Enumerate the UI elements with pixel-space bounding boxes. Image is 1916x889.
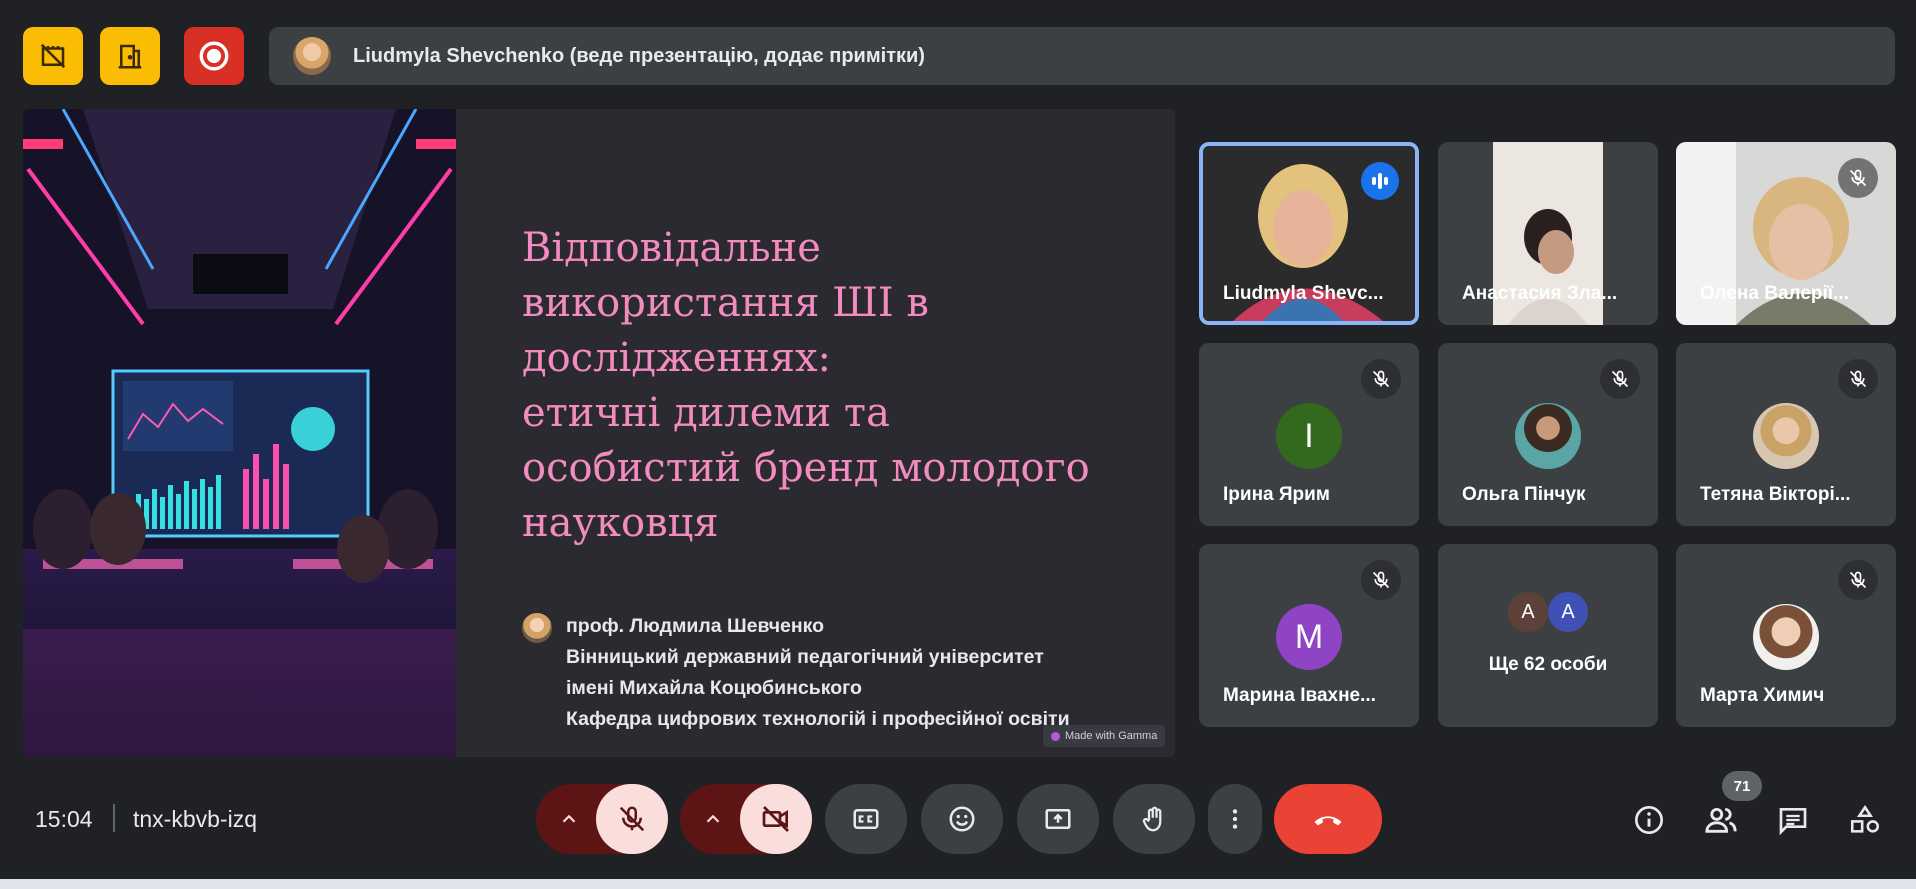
participant-tile[interactable]: Тетяна Вікторі...: [1676, 343, 1896, 526]
chat-button[interactable]: [1771, 798, 1815, 842]
participant-tile[interactable]: M Марина Івахне...: [1199, 544, 1419, 727]
participant-tile[interactable]: Марта Химич: [1676, 544, 1896, 727]
activities-button[interactable]: [1843, 798, 1887, 842]
chevron-up-icon: [562, 814, 576, 823]
avatar: A: [1508, 592, 1548, 632]
more-options-button[interactable]: [1208, 784, 1262, 854]
participant-name: Марина Івахне...: [1223, 685, 1376, 706]
slide-title-line: Відповідальне: [522, 225, 821, 271]
muted-mic-icon: [1361, 359, 1401, 399]
raise-hand-button[interactable]: [1113, 784, 1195, 854]
emoji-icon: [949, 806, 975, 832]
video-options-button[interactable]: [680, 784, 746, 854]
camera-off-icon: [762, 806, 789, 832]
slide-image: [23, 109, 456, 757]
present-screen-icon: [1045, 809, 1071, 829]
avatar: [1753, 604, 1819, 670]
chevron-up-icon: [706, 814, 720, 823]
muted-mic-icon: [1838, 560, 1878, 600]
present-button[interactable]: [1017, 784, 1099, 854]
divider: [113, 804, 115, 832]
people-button[interactable]: [1699, 798, 1743, 842]
more-vert-icon: [1232, 809, 1238, 829]
author-line: проф. Людмила Шевченко: [566, 615, 825, 637]
os-taskbar: [0, 879, 1916, 889]
participant-name: Ольга Пінчук: [1462, 484, 1586, 505]
clock: 15:04: [35, 806, 93, 832]
effects-off-icon: [40, 43, 66, 69]
presentation-slide: Відповідальне використання ШІ в дослідже…: [23, 109, 1175, 757]
participant-name: Анастасия Зла...: [1462, 283, 1618, 304]
slide-title-line: дослідженнях:: [522, 335, 832, 381]
avatar: [1515, 403, 1581, 469]
muted-mic-icon: [1838, 359, 1878, 399]
captions-button[interactable]: [825, 784, 907, 854]
presenter-text: Liudmyla Shevchenko (веде презентацію, д…: [353, 44, 925, 67]
author-photo: [522, 613, 552, 643]
leave-call-button[interactable]: [1274, 784, 1382, 854]
muted-mic-icon: [1838, 158, 1878, 198]
info-icon: [1635, 806, 1663, 834]
slide-title: Відповідальне використання ШІ в дослідже…: [522, 221, 1142, 551]
meeting-code: tnx-kbvb-izq: [133, 806, 257, 832]
participant-tile[interactable]: I Ірина Ярим: [1199, 343, 1419, 526]
participant-name: Олена Валерії...: [1700, 283, 1849, 304]
reactions-button[interactable]: [921, 784, 1003, 854]
muted-mic-icon: [1600, 359, 1640, 399]
slide-title-line: етичні дилеми та: [522, 390, 890, 436]
speaking-indicator-icon: [1361, 162, 1399, 200]
hang-up-icon: [1314, 816, 1342, 826]
participant-tile[interactable]: Liudmyla Shevc...: [1199, 142, 1419, 325]
shapes-icon: [1850, 804, 1880, 833]
slide-title-line: використання ШІ в: [522, 280, 929, 326]
slide-title-line: науковця: [522, 500, 719, 546]
people-count-badge: 71: [1722, 771, 1762, 801]
people-icon: [1705, 807, 1737, 833]
participant-name: Тетяна Вікторі...: [1700, 484, 1851, 505]
avatar: I: [1276, 403, 1342, 469]
mic-off-icon: [619, 806, 645, 832]
gamma-logo-icon: [1051, 731, 1060, 741]
room-button[interactable]: [100, 27, 160, 85]
microphone-toggle-button[interactable]: [596, 784, 668, 854]
chat-icon: [1779, 808, 1807, 836]
closed-captions-icon: [853, 809, 879, 829]
participant-name: Ірина Ярим: [1223, 484, 1330, 505]
avatar: [1753, 403, 1819, 469]
slide-title-line: особистий бренд молодого: [522, 445, 1090, 491]
others-count: Ще 62 особи: [1488, 654, 1608, 675]
avatar: A: [1548, 592, 1588, 632]
participant-tile[interactable]: Анастасия Зла...: [1438, 142, 1658, 325]
avatar: M: [1276, 604, 1342, 670]
others-tile[interactable]: A A Ще 62 особи: [1438, 544, 1658, 727]
presenter-banner[interactable]: Liudmyla Shevchenko (веде презентацію, д…: [269, 27, 1895, 85]
muted-mic-icon: [1361, 560, 1401, 600]
gamma-badge-label: Made with Gamma: [1065, 730, 1158, 742]
participant-tile[interactable]: Олена Валерії...: [1676, 142, 1896, 325]
recording-button[interactable]: [184, 27, 244, 85]
author-line: Вінницький державний педагогічний універ…: [566, 646, 1044, 668]
door-icon: [118, 44, 142, 69]
presenter-avatar: [293, 37, 331, 75]
record-icon: [199, 41, 229, 71]
participant-name: Liudmyla Shevc...: [1223, 283, 1384, 304]
hand-icon: [1142, 806, 1162, 832]
visual-effects-off-button[interactable]: [23, 27, 83, 85]
audio-options-button[interactable]: [536, 784, 602, 854]
participant-name: Марта Химич: [1700, 685, 1825, 706]
author-line: імені Михайла Коцюбинського: [566, 677, 862, 699]
camera-toggle-button[interactable]: [740, 784, 812, 854]
participant-tile[interactable]: Ольга Пінчук: [1438, 343, 1658, 526]
meeting-details-button[interactable]: [1627, 798, 1671, 842]
made-with-gamma-badge[interactable]: Made with Gamma: [1043, 725, 1166, 747]
